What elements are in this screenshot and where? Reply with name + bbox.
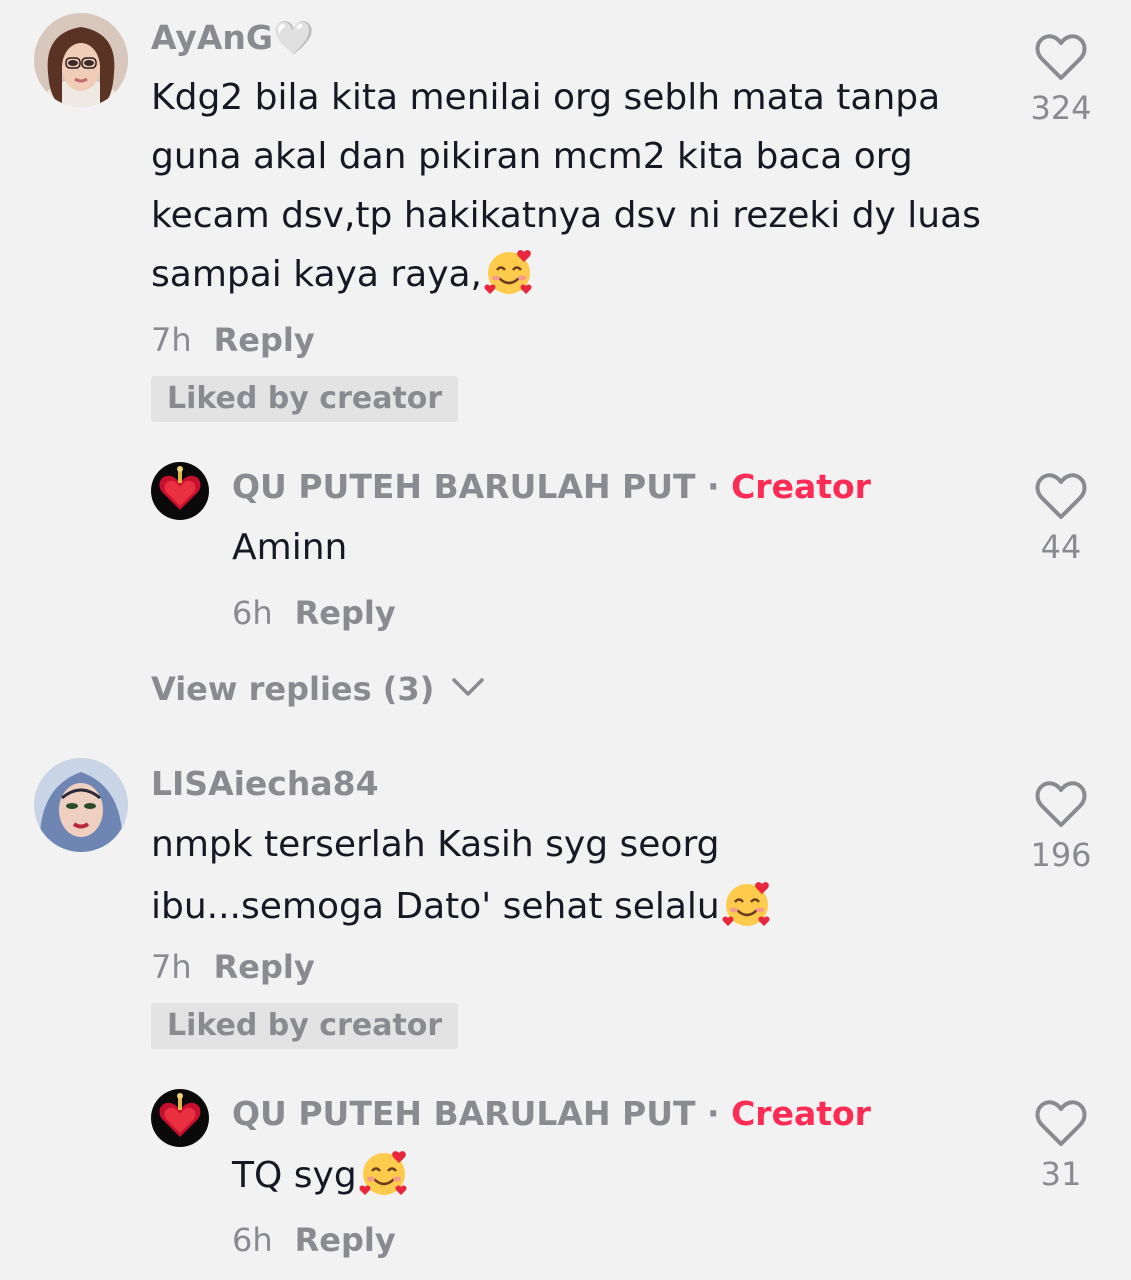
view-replies-button[interactable]: View replies (3) [151,669,485,709]
reply-button[interactable]: Reply [214,321,315,359]
reply-text: TQ syg [232,1146,932,1205]
comment-username[interactable]: LISAiecha84 [151,764,379,804]
reply-button[interactable]: Reply [295,1221,396,1259]
comment-meta: 7h Reply [151,947,315,987]
creator-badge: Creator [731,1094,871,1133]
reply-meta: 6h Reply [232,1220,396,1260]
heart-outline-icon [1035,781,1087,827]
comment-text: Kdg2 bila kita menilai org seblh mata ta… [151,77,981,295]
avatar[interactable] [34,758,128,852]
reply-username[interactable]: QU PUTEH BARULAH PUT · Creator [232,1094,871,1134]
reply-button[interactable]: Reply [214,948,315,986]
reply-button[interactable]: Reply [295,594,396,632]
like-button[interactable]: 324 [1006,34,1116,128]
heart-outline-icon [1035,473,1087,519]
like-count: 196 [1030,836,1092,874]
reply-text: Aminn [232,527,348,568]
avatar[interactable] [34,13,128,107]
creator-avatar[interactable] [151,462,209,520]
reply-username[interactable]: QU PUTEH BARULAH PUT · Creator [232,467,871,507]
like-button[interactable]: 31 [1006,1100,1116,1194]
creator-avatar[interactable] [151,1089,209,1147]
like-button[interactable]: 44 [1006,473,1116,567]
heart-outline-icon [1035,1100,1087,1146]
reply-time: 6h [232,594,273,632]
reply-meta: 6h Reply [232,593,396,633]
comment-time: 7h [151,321,192,359]
reply-time: 6h [232,1221,273,1259]
comment-meta: 7h Reply [151,320,315,360]
like-count: 31 [1040,1155,1082,1193]
like-count: 44 [1040,528,1082,566]
comment-text: nmpk terserlah Kasih syg seorg ibu...sem… [151,815,991,936]
smiling-face-with-hearts-emoji [722,882,770,926]
comment-username[interactable]: AyAnG🤍 [151,18,314,58]
like-count: 324 [1030,89,1092,127]
chevron-down-icon [452,678,485,696]
smiling-face-with-hearts-emoji [359,1151,407,1195]
heart-outline-icon [1035,34,1087,80]
smiling-face-with-hearts-emoji [484,250,532,294]
liked-by-creator-badge: Liked by creator [151,376,459,422]
liked-by-creator-badge: Liked by creator [151,1003,459,1049]
creator-badge: Creator [731,467,871,506]
comment-time: 7h [151,948,192,986]
like-button[interactable]: 196 [1006,781,1116,875]
